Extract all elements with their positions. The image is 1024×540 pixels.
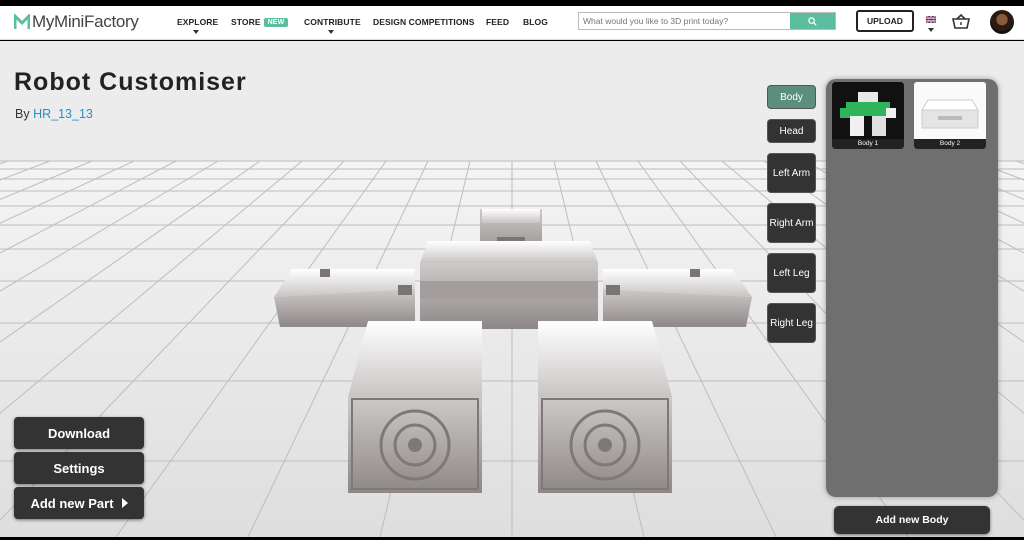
top-nav: MyMiniFactory EXPLORE STORE NEW CONTRIBUT… — [0, 6, 1024, 40]
nav-contribute[interactable]: CONTRIBUTE — [304, 17, 361, 27]
chevron-right-icon — [121, 498, 128, 508]
body-option-1[interactable]: Body 1 — [832, 82, 904, 149]
nav-store-label: STORE — [231, 17, 261, 27]
nav-store[interactable]: STORE NEW — [231, 17, 289, 27]
nav-feed[interactable]: FEED — [486, 17, 509, 27]
chevron-down-icon — [328, 30, 334, 34]
by-label: By — [15, 107, 30, 121]
settings-button[interactable]: Settings — [14, 452, 144, 484]
search-bar — [578, 12, 836, 30]
page-title: Robot Customiser — [14, 68, 247, 96]
body-option-2-label: Body 2 — [914, 139, 986, 149]
part-button-left-leg[interactable]: Left Leg — [768, 254, 815, 292]
search-icon — [808, 16, 817, 26]
logo-text: MyMiniFactory — [32, 12, 139, 31]
search-button[interactable] — [790, 13, 835, 29]
body-1-thumbnail — [832, 82, 904, 139]
download-button[interactable]: Download — [14, 417, 144, 449]
add-new-part-button[interactable]: Add new Part — [14, 487, 144, 519]
nav-design-competitions[interactable]: DESIGN COMPETITIONS — [373, 17, 475, 27]
nav-blog[interactable]: BLOG — [523, 17, 548, 27]
robot-body[interactable] — [420, 241, 598, 329]
part-button-right-leg[interactable]: Right Leg — [768, 304, 815, 342]
part-button-head[interactable]: Head — [768, 120, 815, 142]
chevron-down-icon — [193, 30, 199, 34]
search-input[interactable] — [579, 13, 791, 29]
part-button-right-arm[interactable]: Right Arm — [768, 204, 815, 242]
robot-right-leg[interactable] — [538, 321, 672, 493]
nav-explore[interactable]: EXPLORE — [177, 17, 218, 27]
site-logo[interactable]: MyMiniFactory — [14, 12, 139, 32]
part-button-body[interactable]: Body — [768, 86, 815, 108]
author-link[interactable]: HR_13_13 — [33, 107, 93, 121]
basket-icon[interactable] — [952, 14, 970, 29]
new-badge: NEW — [263, 18, 289, 27]
robot-right-arm[interactable] — [603, 269, 752, 327]
robot-left-leg[interactable] — [348, 321, 482, 493]
body-option-1-label: Body 1 — [832, 139, 904, 149]
author-byline: By HR_13_13 — [15, 107, 93, 121]
logo-mark-icon — [14, 14, 30, 29]
body-2-thumbnail — [914, 82, 986, 139]
uk-flag-icon[interactable] — [926, 16, 936, 23]
chevron-down-icon — [928, 28, 934, 32]
3d-viewport[interactable]: Robot Customiser By HR_13_13 Body Head L… — [0, 41, 1024, 537]
body-options-panel: Body 1 Body 2 Add new Body — [826, 79, 998, 534]
robot-left-arm[interactable] — [274, 269, 415, 327]
body-option-2[interactable]: Body 2 — [914, 82, 986, 149]
add-new-part-label: Add new Part — [30, 495, 114, 511]
add-new-body-button[interactable]: Add new Body — [834, 506, 990, 534]
part-button-left-arm[interactable]: Left Arm — [768, 154, 815, 192]
avatar[interactable] — [990, 10, 1014, 34]
upload-button[interactable]: UPLOAD — [856, 10, 914, 32]
